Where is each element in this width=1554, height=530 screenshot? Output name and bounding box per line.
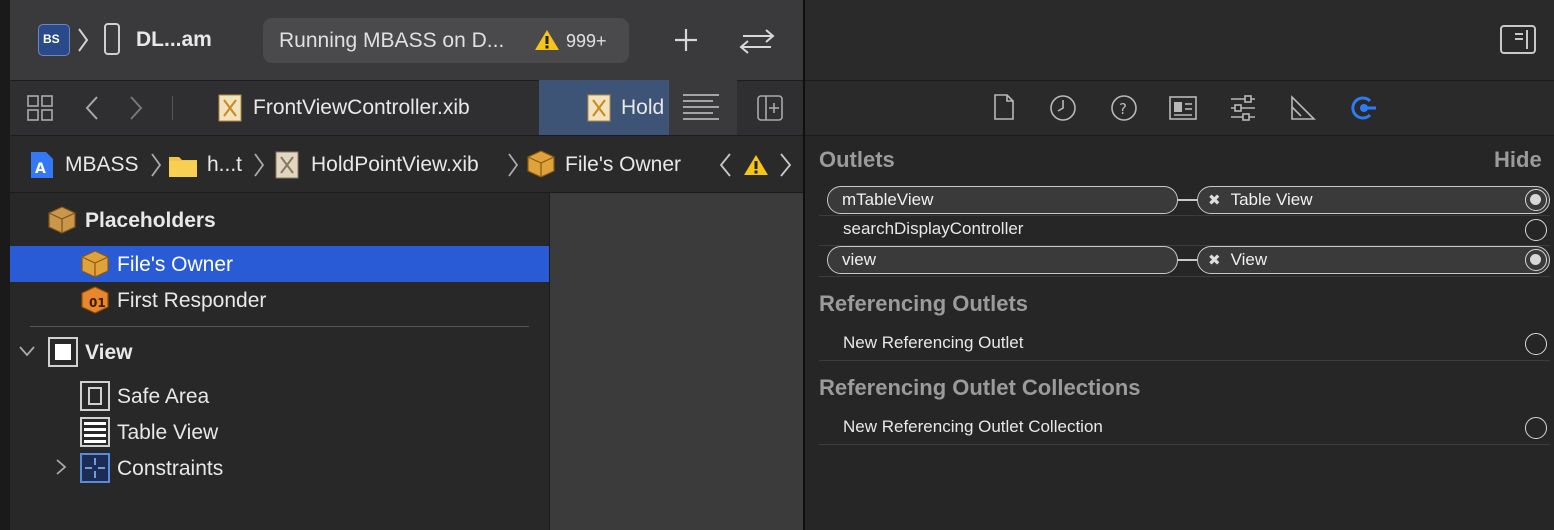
xib-file-icon	[218, 94, 242, 122]
editor-options-button[interactable]	[669, 80, 737, 135]
svg-text:?: ?	[1119, 100, 1127, 118]
disconnect-x-icon: ✖	[1208, 252, 1221, 269]
scheme-badge-text: BS	[43, 32, 60, 46]
view-icon	[48, 337, 78, 367]
svg-text:A: A	[35, 161, 46, 177]
outlets-section-title: Outlets	[819, 147, 895, 172]
outlet-name: searchDisplayController	[843, 219, 1024, 238]
disconnect-x-icon: ✖	[1208, 192, 1221, 209]
attributes-inspector-icon[interactable]	[1229, 94, 1257, 122]
tab-separator	[172, 96, 173, 120]
row-separator	[819, 276, 1550, 277]
issue-warning-icon[interactable]	[743, 153, 769, 177]
files-owner-label: File's Owner	[117, 253, 234, 276]
toggle-inspector-icon[interactable]	[1500, 25, 1536, 54]
breadcrumb-project[interactable]: MBASS	[65, 153, 139, 177]
referencing-collections-title: Referencing Outlet Collections	[819, 375, 1141, 400]
row-separator	[819, 444, 1550, 445]
hide-button[interactable]: Hide	[1494, 147, 1542, 173]
next-issue-icon[interactable]	[779, 152, 793, 178]
referencing-outlet-circle[interactable]	[1525, 333, 1547, 355]
outlet-name-pill: mTableView	[827, 186, 1178, 214]
identity-inspector-icon[interactable]	[1169, 96, 1197, 120]
breadcrumb-folder[interactable]: h...t	[207, 153, 242, 177]
outlet-connection-circle[interactable]	[1525, 249, 1547, 271]
outline-separator	[30, 326, 529, 327]
row-separator	[819, 215, 1550, 216]
outlet-connection-circle[interactable]	[1525, 219, 1547, 241]
outlet-connector-line	[1178, 199, 1198, 201]
window-edge	[0, 0, 10, 530]
outlet-connector-line	[1178, 259, 1198, 261]
warning-icon[interactable]	[534, 28, 560, 52]
placeholders-cube-icon	[47, 205, 77, 235]
file-inspector-icon[interactable]	[993, 94, 1015, 120]
size-inspector-icon[interactable]	[1289, 94, 1317, 122]
placeholders-header: Placeholders	[85, 209, 216, 232]
previous-issue-icon[interactable]	[718, 152, 732, 178]
back-icon[interactable]	[84, 95, 100, 121]
folder-icon	[168, 152, 198, 178]
new-referencing-outlet: New Referencing Outlet	[843, 333, 1024, 352]
quick-help-icon[interactable]: ?	[1110, 94, 1138, 122]
status-text: Running MBASS on D...	[279, 29, 505, 52]
disclosure-collapsed-icon[interactable]	[54, 458, 68, 476]
referencing-outlets-title: Referencing Outlets	[819, 291, 1029, 316]
breadcrumb-item[interactable]: File's Owner	[565, 153, 681, 177]
constraints-icon	[80, 453, 110, 483]
history-inspector-icon[interactable]	[1049, 94, 1077, 122]
forward-icon[interactable]	[128, 95, 144, 121]
warning-count: 999+	[566, 31, 607, 51]
outline-row-table-view[interactable]: Table View	[117, 421, 218, 445]
svg-text:01: 01	[89, 296, 106, 310]
breadcrumb-file[interactable]: HoldPointView.xib	[311, 153, 479, 177]
outline-row-safe-area[interactable]: Safe Area	[117, 385, 209, 409]
disclosure-expanded-icon[interactable]	[18, 344, 36, 358]
row-separator	[819, 360, 1550, 361]
run-destination[interactable]: DL...am	[136, 28, 212, 52]
outlet-target-pill[interactable]: ✖ View	[1197, 246, 1550, 274]
project-icon: A	[30, 151, 54, 179]
safe-area-icon	[80, 381, 110, 411]
tab-frontviewcontroller[interactable]: FrontViewController.xib	[253, 96, 470, 120]
table-view-icon	[80, 417, 110, 447]
cube-icon	[80, 249, 110, 279]
add-editor-icon[interactable]	[756, 94, 784, 122]
breadcrumb-chevron-icon	[150, 152, 162, 178]
outlet-name-pill: view	[827, 246, 1178, 274]
xib-file-icon	[275, 151, 299, 179]
outline-row-view[interactable]: View	[85, 341, 132, 365]
xib-file-icon	[587, 94, 611, 122]
connections-inspector-icon[interactable]	[1348, 93, 1378, 123]
scheme-icon[interactable]: BS	[38, 24, 70, 56]
outline-row-constraints[interactable]: Constraints	[117, 457, 223, 481]
new-referencing-outlet-collection: New Referencing Outlet Collection	[843, 417, 1103, 436]
first-responder-icon: 01	[80, 285, 110, 315]
breadcrumb-chevron-icon	[253, 152, 265, 178]
interface-canvas[interactable]	[549, 193, 803, 530]
breadcrumb-chevron-icon	[507, 152, 519, 178]
chevron-right-icon	[76, 27, 90, 53]
outline-row-first-responder[interactable]: First Responder	[117, 289, 266, 313]
add-icon[interactable]	[672, 26, 700, 54]
referencing-collection-circle[interactable]	[1525, 417, 1547, 439]
tab-holdpointview-label: Hold	[621, 96, 663, 119]
pane-divider[interactable]	[803, 0, 805, 530]
outlet-target-pill[interactable]: ✖ Table View	[1197, 186, 1550, 214]
outlet-connection-circle[interactable]	[1525, 189, 1547, 211]
cube-icon	[526, 149, 556, 179]
iphone-device-icon[interactable]	[104, 23, 120, 55]
inspector-toolbar	[805, 0, 1554, 80]
swap-arrows-icon[interactable]	[737, 26, 777, 56]
related-items-icon[interactable]	[26, 94, 54, 122]
